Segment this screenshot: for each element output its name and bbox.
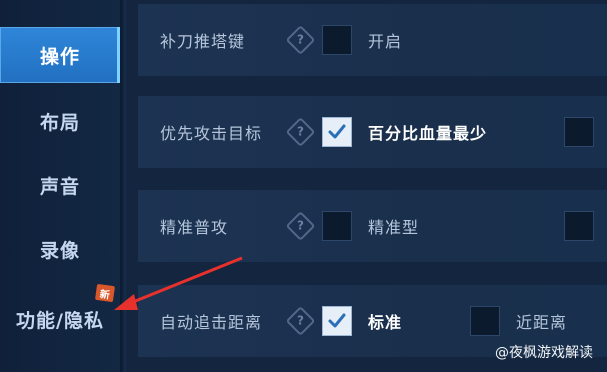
- watermark: @夜枫游戏解读: [495, 342, 593, 362]
- annotation-arrow: [114, 256, 243, 310]
- arrow-head: [114, 294, 138, 310]
- watermark-text: @夜枫游戏解读: [495, 345, 593, 361]
- arrow-shaft: [127, 256, 243, 306]
